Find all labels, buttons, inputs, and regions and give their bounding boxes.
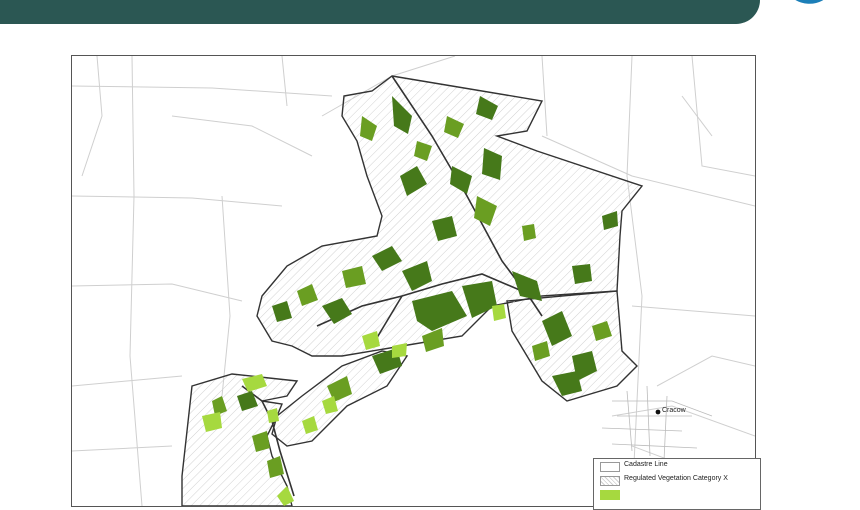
hatch-swatch (600, 476, 620, 486)
cadastre-swatch (600, 462, 620, 472)
map-frame: Cracow (71, 55, 756, 507)
legend-label: Regulated Vegetation Category X (624, 475, 728, 482)
legend-label: Cadastre Line (624, 461, 668, 468)
cracow-town-dot (655, 409, 661, 415)
map-canvas (72, 56, 755, 506)
legend-row-cadastre: Cadastre Line (594, 459, 760, 473)
header-bar (0, 0, 760, 24)
cracow-label: Cracow (662, 407, 686, 414)
light-green-swatch (600, 490, 620, 500)
legend-row-regulated-vegetation: Regulated Vegetation Category X (594, 473, 760, 487)
logo-icon (795, 0, 824, 4)
town-streets (601, 385, 713, 462)
map-legend: Cadastre Line Regulated Vegetation Categ… (593, 458, 761, 510)
legend-row-vegetation (594, 487, 760, 501)
